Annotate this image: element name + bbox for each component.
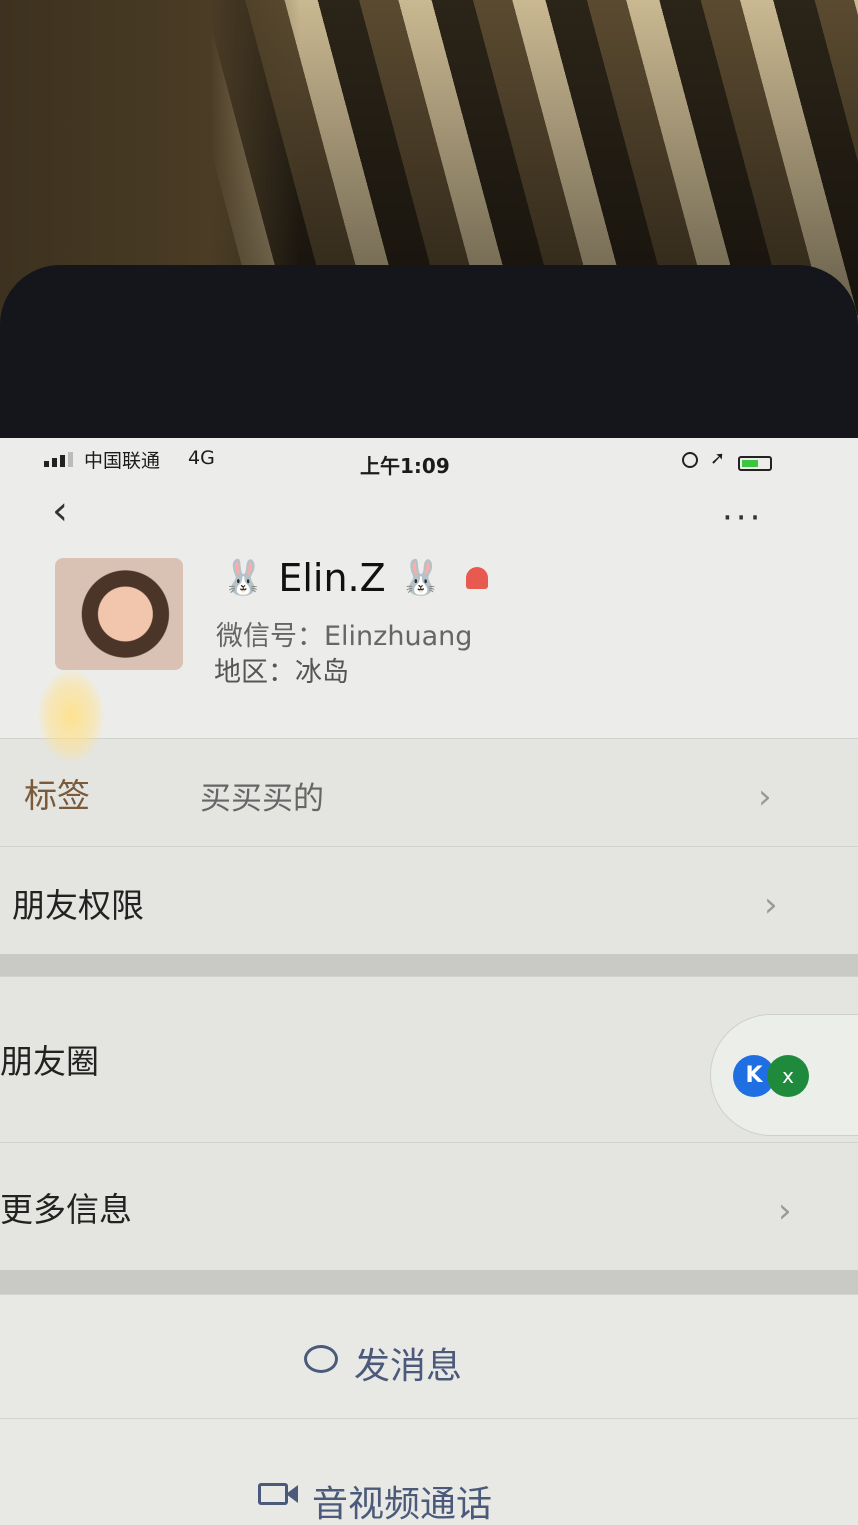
network-type: 4G <box>188 447 215 469</box>
video-camera-icon <box>258 1483 288 1505</box>
more-options-button[interactable]: ··· <box>722 498 763 538</box>
floating-app-bubble[interactable]: K x <box>710 1014 858 1136</box>
tags-value: 买买买的 <box>200 781 324 817</box>
chat-bubble-icon <box>304 1345 338 1373</box>
rabbit-emoji-icon: 🐰 <box>399 558 443 598</box>
moments-label: 朋友圈 <box>0 1042 99 1081</box>
female-icon <box>466 567 489 589</box>
location-arrow-icon: ➚ <box>710 448 726 469</box>
chevron-left-icon[interactable]: ‹ <box>52 488 68 534</box>
video-call-label: 音视频通话 <box>312 1484 493 1525</box>
phone-screen: 中国联通 4G 上午1:09 ➚ ‹ ··· 🐰 Elin.Z 🐰 微信号：El… <box>0 438 858 1525</box>
status-bar: 中国联通 4G 上午1:09 ➚ <box>0 438 858 486</box>
more-info-label: 更多信息 <box>0 1190 132 1229</box>
rabbit-emoji-icon: 🐰 <box>222 558 265 598</box>
chevron-right-icon: › <box>778 1191 792 1231</box>
battery-level <box>742 460 758 467</box>
cell-more-info[interactable]: 更多信息 › <box>0 1142 858 1271</box>
chevron-right-icon: › <box>764 885 778 925</box>
section-gap <box>0 1270 858 1294</box>
cell-friend-permissions[interactable]: 朋友权限 › <box>0 846 858 955</box>
video-call-button[interactable]: 音视频通话 <box>0 1418 858 1525</box>
video-camera-lens <box>286 1485 298 1503</box>
permissions-label: 朋友权限 <box>12 886 144 925</box>
wechat-id: 微信号：Elinzhuang <box>216 621 473 652</box>
app-badge-x: x <box>767 1055 809 1097</box>
nav-bar: ‹ ··· <box>0 486 858 546</box>
send-message-button[interactable]: 发消息 <box>0 1294 858 1419</box>
cell-tags[interactable]: 标签 买买买的 › <box>0 738 858 847</box>
rotation-lock-icon <box>682 452 698 468</box>
avatar[interactable] <box>55 558 183 670</box>
signal-icon <box>44 452 73 467</box>
profile-name: Elin.Z <box>278 556 386 600</box>
section-gap <box>0 954 858 976</box>
name-row: 🐰 Elin.Z 🐰 <box>222 556 489 600</box>
region: 地区：冰岛 <box>214 657 349 688</box>
profile-header: 🐰 Elin.Z 🐰 微信号：Elinzhuang 地区：冰岛 <box>0 546 858 738</box>
status-time: 上午1:09 <box>360 454 450 478</box>
battery-charging-icon <box>738 456 772 471</box>
send-message-label: 发消息 <box>354 1346 463 1387</box>
light-glare <box>38 670 104 762</box>
tags-label: 标签 <box>24 776 90 815</box>
carrier-name: 中国联通 <box>84 450 161 472</box>
chevron-right-icon: › <box>758 777 772 817</box>
